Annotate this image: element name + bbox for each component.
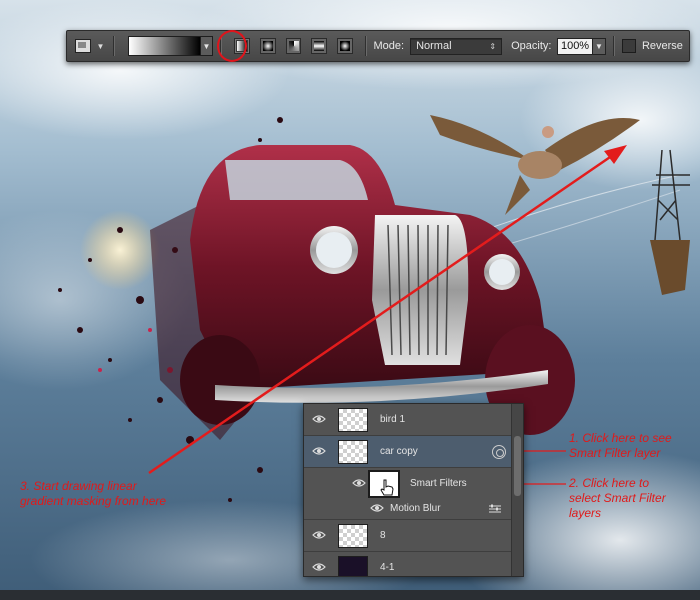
diamond-gradient-button[interactable] [336,38,353,54]
opacity-label: Opacity: [511,40,552,52]
updown-arrows-icon: ⇕ [489,41,497,51]
layer-thumbnail[interactable] [338,524,368,548]
eye-icon[interactable] [312,446,326,456]
annotation-line: select Smart Filter [569,491,666,505]
reflected-gradient-icon [314,41,325,51]
annotation-line: 1. Click here to see [569,431,672,445]
tool-preset-picker[interactable] [75,39,91,53]
eye-icon[interactable] [312,530,326,540]
layer-thumbnail[interactable] [338,408,368,432]
mode-value: Normal [416,40,452,52]
chevron-down-icon[interactable]: ▼ [95,39,107,53]
layers-panel: bird 1 car copy Smart Filters Motion Blu… [303,403,524,577]
annotation-note-1: 1. Click here to see Smart Filter layer [569,431,672,461]
mode-label: Mode: [373,40,405,52]
divider [364,36,367,56]
radial-gradient-icon [262,41,273,51]
reflected-gradient-button[interactable] [311,38,327,54]
layer-thumbnail[interactable] [338,440,368,464]
hand-cursor-icon [379,479,395,497]
bottom-bar [0,590,700,600]
diamond-gradient-icon [339,41,350,51]
layer-row-8[interactable]: 8 [304,520,512,552]
annotation-line: Smart Filter layer [569,446,661,460]
layer-row-bird-1[interactable]: bird 1 [304,404,512,436]
annotation-line: 3. Start drawing linear [20,479,137,493]
filter-blending-options-icon[interactable] [488,504,502,514]
layers-scrollbar[interactable] [511,404,523,576]
scrollbar-thumb[interactable] [514,436,521,496]
eye-icon[interactable] [312,562,326,572]
layer-row-4-1[interactable]: 4-1 [304,552,512,576]
layer-name: 8 [380,530,386,541]
annotation-circle [217,30,247,62]
annotation-line: layers [569,506,602,520]
layer-name: Motion Blur [390,503,441,514]
eye-icon[interactable] [312,414,326,424]
eye-icon[interactable] [352,478,366,488]
layer-name: bird 1 [380,414,406,425]
gradient-preview[interactable] [128,36,201,56]
angle-gradient-icon [288,41,299,51]
angle-gradient-button[interactable] [285,38,302,54]
options-bar: ▼ ▼ Mode: Normal ⇕ Opacity: 100% ▼ Rever… [66,30,690,62]
layer-row-smart-filters[interactable]: Smart Filters [304,468,512,500]
annotation-line: gradient masking from here [20,494,167,508]
layer-row-motion-blur[interactable]: Motion Blur [304,498,512,520]
smart-object-icon[interactable] [492,445,506,459]
divider [613,36,616,56]
layer-name: 4-1 [380,562,395,573]
layer-thumbnail[interactable] [338,556,368,576]
reverse-label: Reverse [641,40,683,52]
radial-gradient-button[interactable] [259,38,276,54]
gradient-dropdown-chevron-icon[interactable]: ▼ [200,36,214,56]
eye-icon[interactable] [370,503,384,513]
opacity-dropdown-chevron-icon[interactable]: ▼ [592,37,607,55]
reverse-checkbox[interactable] [622,39,636,53]
opacity-input[interactable]: 100% [557,37,593,55]
annotation-note-2: 2. Click here to select Smart Filter lay… [569,476,666,521]
divider [113,36,116,56]
layer-row-car-copy[interactable]: car copy [304,436,512,468]
layer-name: Smart Filters [410,478,467,489]
layer-name: car copy [380,446,418,457]
mode-select[interactable]: Normal ⇕ [410,37,503,55]
annotation-note-3: 3. Start drawing linear gradient masking… [20,479,166,509]
annotation-line: 2. Click here to [569,476,650,490]
